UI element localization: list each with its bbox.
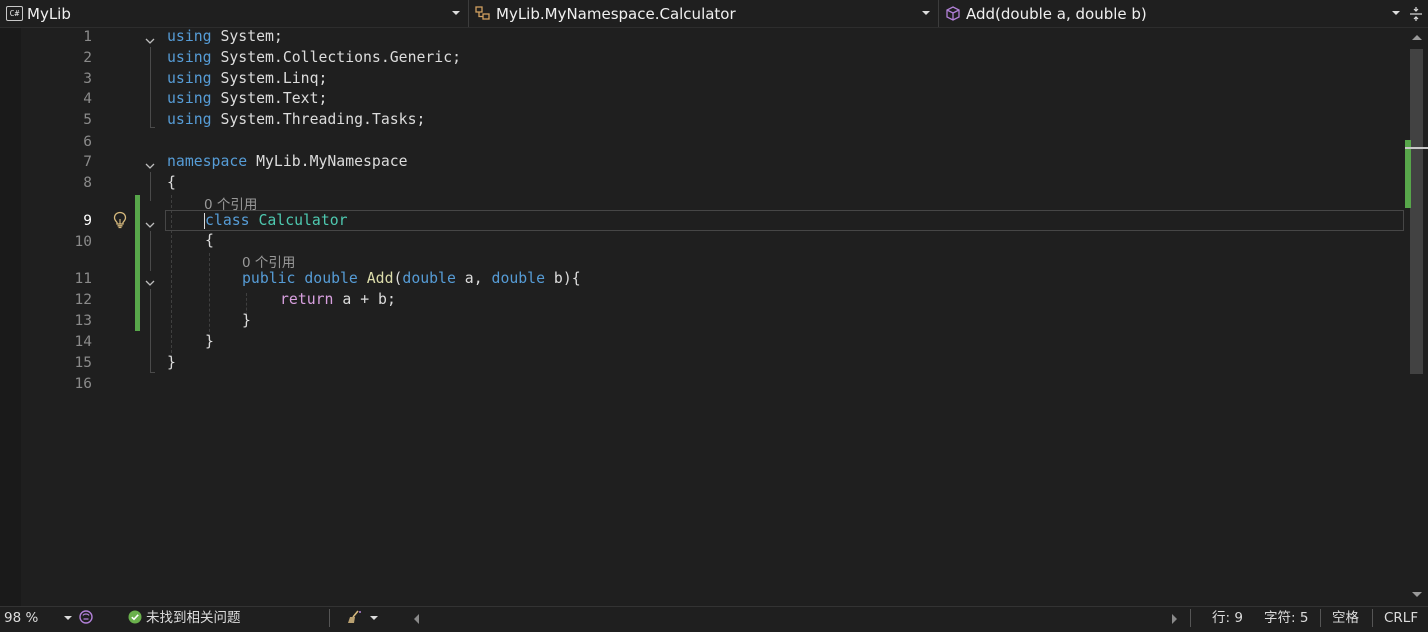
code-line: namespace MyLib.MyNamespace [167, 153, 408, 170]
type-dropdown-label: MyLib.MyNamespace.Calculator [496, 4, 736, 23]
current-line-highlight [165, 210, 1404, 231]
line-number: 2 [83, 50, 92, 66]
nav-divider [468, 0, 469, 27]
csharp-project-icon: C# [6, 6, 23, 21]
line-number: 3 [83, 71, 92, 87]
change-indicator-bar [135, 195, 140, 331]
status-divider [1372, 609, 1373, 627]
zoom-level: 98 % [4, 610, 39, 626]
line-number: 11 [74, 271, 92, 287]
type-dropdown[interactable]: MyLib.MyNamespace.Calculator [472, 0, 934, 27]
line-number: 4 [83, 91, 92, 107]
code-line: using System; [167, 28, 283, 45]
horizontal-scroll-right-icon[interactable] [1172, 614, 1177, 624]
line-number: 5 [83, 112, 92, 128]
collapse-chevron-icon[interactable] [144, 157, 156, 169]
code-line: using System.Collections.Generic; [167, 49, 462, 66]
line-number: 7 [83, 154, 92, 170]
line-number: 10 [74, 234, 92, 250]
broom-icon [348, 610, 361, 623]
member-dropdown[interactable]: Add(double a, double b) [942, 0, 1407, 27]
status-bar: 98 % 未找到相关问题 行: 9 字符: 5 空格 CRLF [0, 606, 1428, 629]
code-editor[interactable]: 1 2 3 4 5 6 7 8 9 10 11 12 13 14 15 16 u… [0, 28, 1405, 606]
project-dropdown-label: MyLib [27, 4, 71, 23]
editor-left-margin [0, 28, 21, 606]
line-number-active: 9 [83, 213, 92, 229]
line-number: 13 [74, 313, 92, 329]
whitespace-mode[interactable]: 空格 [1332, 607, 1359, 629]
project-dropdown[interactable]: C# MyLib [0, 0, 464, 27]
code-line: } [242, 312, 251, 329]
line-number: 14 [74, 334, 92, 350]
status-divider [329, 609, 330, 627]
chevron-down-icon [452, 11, 460, 15]
nav-divider [938, 0, 939, 27]
scroll-up-icon[interactable] [1412, 35, 1422, 40]
check-circle-icon [128, 610, 142, 624]
fold-region-line [150, 172, 151, 201]
class-icon [474, 5, 492, 23]
collapse-chevron-icon[interactable] [144, 216, 156, 228]
fold-region-line [150, 289, 151, 372]
scrollbar-thumb[interactable] [1410, 49, 1423, 374]
chevron-down-icon [1392, 11, 1400, 15]
code-line: { [205, 232, 214, 249]
method-reference-codelens[interactable]: 0 个引用 [242, 251, 295, 271]
status-divider [1190, 609, 1191, 627]
fold-region-line [150, 231, 151, 271]
method-cube-icon [944, 5, 962, 23]
issues-text: 未找到相关问题 [146, 610, 241, 626]
chevron-down-icon [64, 616, 72, 620]
code-line: using System.Text; [167, 90, 328, 107]
status-divider [1320, 609, 1321, 627]
fold-region-end [150, 127, 155, 128]
code-line: return a + b; [280, 291, 396, 308]
scrollbar-change-marker [1405, 140, 1411, 208]
code-line: using System.Threading.Tasks; [167, 111, 426, 128]
navigation-bar: C# MyLib MyLib.MyNamespace.Calculator Ad… [0, 0, 1428, 28]
chevron-down-icon [370, 616, 378, 620]
horizontal-scroll-left-icon[interactable] [414, 614, 419, 624]
fold-region-line [150, 47, 151, 127]
line-number: 6 [83, 134, 92, 150]
scrollbar-caret-marker [1405, 147, 1428, 149]
class-reference-codelens[interactable]: 0 个引用 [204, 193, 257, 213]
scroll-down-icon[interactable] [1412, 592, 1422, 597]
line-ending-mode[interactable]: CRLF [1384, 607, 1418, 629]
lightbulb-icon[interactable] [112, 211, 128, 229]
collapse-chevron-icon[interactable] [144, 32, 156, 44]
code-line: public double Add(double a, double b){ [242, 270, 581, 287]
code-line: class Calculator [205, 212, 348, 229]
issues-indicator[interactable]: 未找到相关问题 [128, 607, 241, 629]
line-number: 12 [74, 292, 92, 308]
line-indicator[interactable]: 行: 9 [1212, 607, 1243, 629]
character-indicator[interactable]: 字符: 5 [1264, 607, 1308, 629]
line-number: 16 [74, 376, 92, 392]
vertical-scrollbar[interactable] [1405, 28, 1428, 606]
split-window-button[interactable] [1408, 6, 1424, 22]
fold-region-end [150, 372, 155, 373]
line-number: 15 [74, 355, 92, 371]
code-line: } [205, 333, 214, 350]
line-number: 1 [83, 29, 92, 45]
line-number: 8 [83, 175, 92, 191]
member-dropdown-label: Add(double a, double b) [966, 4, 1147, 23]
collapse-chevron-icon[interactable] [144, 274, 156, 286]
chevron-down-icon [922, 11, 930, 15]
code-line: } [167, 354, 176, 371]
zoom-dropdown[interactable]: 98 % [4, 607, 72, 629]
code-line: { [167, 174, 176, 191]
code-line: using System.Linq; [167, 70, 328, 87]
split-icon [1410, 7, 1422, 21]
